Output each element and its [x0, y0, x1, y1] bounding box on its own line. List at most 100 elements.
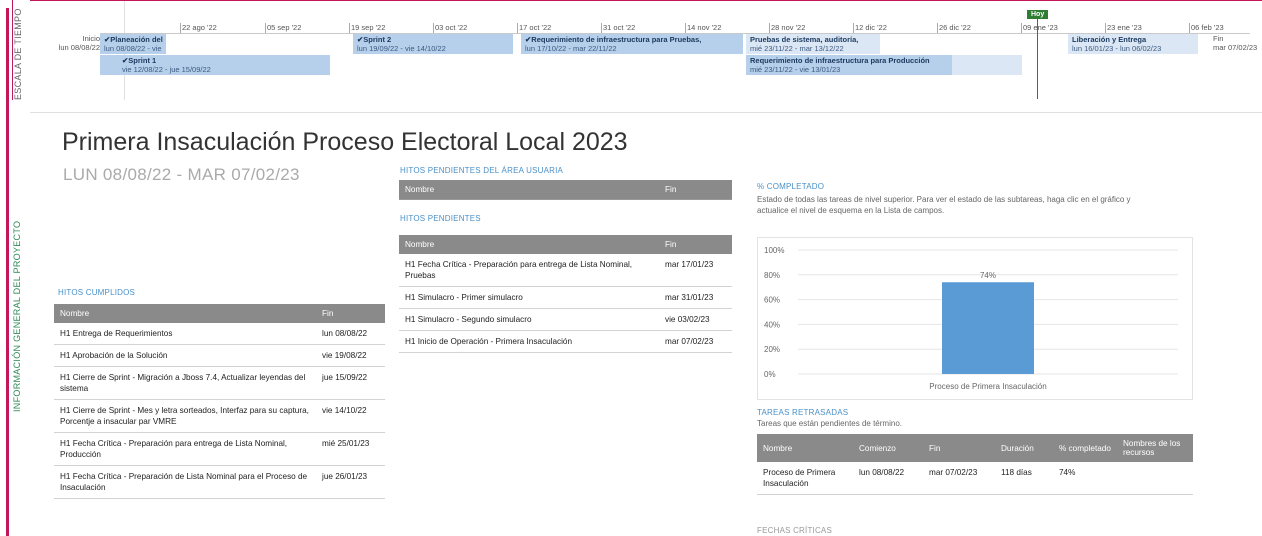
cell-nombre: H1 Cierre de Sprint - Mes y letra sortea…: [54, 399, 316, 433]
column-header-nombre[interactable]: Nombre: [757, 434, 853, 462]
task-name: ✔Planeación del: [104, 35, 163, 44]
table-row[interactable]: H1 Fecha Crítica - Preparación de Lista …: [54, 465, 385, 499]
chart-y-tick-label: 100%: [764, 246, 784, 255]
timeline-task-infra-produccion-remaining: [952, 55, 1022, 75]
cell-nombre: H1 Entrega de Requerimientos: [54, 323, 316, 345]
timeline-tick: 05 sep '22: [264, 23, 302, 33]
column-header-fin[interactable]: Fin: [923, 434, 995, 462]
cell-nombre: H1 Cierre de Sprint - Migración a Jboss …: [54, 366, 316, 400]
table-header-row: Nombre Fin: [54, 304, 385, 323]
task-name: ✔Sprint 2: [357, 35, 392, 44]
retrasadas-description: Tareas que están pendientes de término.: [757, 419, 902, 428]
chart-y-tick-label: 80%: [764, 271, 780, 280]
table-row[interactable]: H1 Cierre de Sprint - Mes y letra sortea…: [54, 399, 385, 433]
cell-completado: 74%: [1053, 462, 1117, 495]
completado-description: Estado de todas las tareas de nivel supe…: [757, 195, 1131, 215]
completado-title: % COMPLETADO: [757, 182, 825, 191]
today-marker: [1037, 19, 1038, 99]
task-name: Liberación y Entrega: [1072, 35, 1147, 44]
column-header-comienzo[interactable]: Comienzo: [853, 434, 923, 462]
timeline-tick: 14 nov '22: [684, 23, 722, 33]
timeline-tick: 26 dic '22: [937, 23, 971, 33]
chart-svg: 0% 20% 40% 60% 80% 100% 74% Proceso de Primera …: [764, 246, 1178, 391]
percent-complete-chart[interactable]: 0% 20% 40% 60% 80% 100% 74% Proceso de Primera …: [757, 237, 1193, 400]
timeline-task-planeacion[interactable]: ✔Planeación del lun 08/08/22 - vie: [100, 34, 166, 54]
column-header-fin[interactable]: Fin: [659, 180, 732, 200]
table-row[interactable]: H1 Fecha Crítica - Preparación para entr…: [54, 432, 385, 466]
task-name: Requerimiento de infraestructura para Pr…: [750, 56, 930, 65]
chart-bar[interactable]: [942, 282, 1034, 374]
cell-fin: lun 08/08/22: [316, 323, 385, 345]
side-accent-line: [6, 8, 9, 536]
column-header-nombre[interactable]: Nombre: [54, 304, 316, 323]
timeline-tick: 28 nov '22: [768, 23, 806, 33]
timeline-tick: 09 ene '23: [1021, 23, 1058, 33]
cell-fin: mar 07/02/23: [923, 462, 995, 495]
timeline-task-pruebas-sistema[interactable]: Pruebas de sistema, auditoría, mié 23/11…: [746, 34, 880, 54]
cell-nombre: H1 Fecha Crítica - Preparación para entr…: [54, 432, 316, 466]
table-header-row: Nombre Fin: [399, 235, 732, 254]
table-row[interactable]: H1 Simulacro - Segundo simulacro vie 03/…: [399, 308, 732, 331]
timeline-tick: 22 ago '22: [180, 23, 217, 33]
table-row[interactable]: H1 Aprobación de la Solución vie 19/08/2…: [54, 344, 385, 367]
timeline-task-sprint2[interactable]: ✔Sprint 2 lun 19/09/22 - vie 14/10/22: [353, 34, 513, 54]
table-row[interactable]: H1 Fecha Crítica - Preparación para entr…: [399, 254, 732, 287]
cell-nombre: H1 Fecha Crítica - Preparación de Lista …: [54, 465, 316, 499]
task-name: ✔Sprint 1: [122, 56, 157, 65]
task-name: Pruebas de sistema, auditoría,: [750, 35, 859, 44]
table-row[interactable]: H1 Entrega de Requerimientos lun 08/08/2…: [54, 323, 385, 345]
timeline-task-sprint1[interactable]: ✔Sprint 1 vie 12/08/22 - jue 15/09/22: [100, 55, 330, 75]
cell-fin: vie 14/10/22: [316, 399, 385, 433]
table-row[interactable]: H1 Inicio de Operación - Primera Insacul…: [399, 330, 732, 353]
column-header-nombre[interactable]: Nombre: [399, 235, 659, 254]
table-header-row: Nombre Comienzo Fin Duración % completad…: [757, 434, 1193, 462]
column-header-duracion[interactable]: Duración: [995, 434, 1053, 462]
column-header-completado[interactable]: % completado: [1053, 434, 1117, 462]
task-dates: mié 23/11/22 - vie 13/01/23: [750, 65, 841, 74]
cell-comienzo: lun 08/08/22: [853, 462, 923, 495]
table-row[interactable]: H1 Cierre de Sprint - Migración a Jboss …: [54, 366, 385, 400]
hitos-pendientes-title: HITOS PENDIENTES: [400, 214, 481, 223]
timeline-task-infra-pruebas[interactable]: ✔Requerimiento de infraestructura para P…: [521, 34, 743, 54]
page-title: Primera Insaculación Proceso Electoral L…: [62, 128, 628, 156]
column-header-nombre[interactable]: Nombre: [399, 180, 659, 200]
hitos-cumplidos-title: HITOS CUMPLIDOS: [58, 288, 136, 297]
timeline-end-label: Fin: [1213, 34, 1224, 43]
tareas-retrasadas-table: Nombre Comienzo Fin Duración % completad…: [757, 434, 1193, 495]
retrasadas-title: TAREAS RETRASADAS: [757, 408, 849, 417]
timeline-tick: 06 feb '23: [1189, 23, 1224, 33]
task-dates: lun 17/10/22 - mar 22/11/22: [525, 44, 617, 53]
table-row[interactable]: Proceso de Primera Insaculación lun 08/0…: [757, 462, 1193, 495]
timeline-task-liberacion[interactable]: Liberación y Entrega lun 16/01/23 - lun …: [1068, 34, 1198, 54]
cell-nombre: H1 Fecha Crítica - Preparación para entr…: [399, 254, 659, 287]
cell-recursos: [1117, 462, 1193, 495]
cell-nombre: H1 Simulacro - Primer simulacro: [399, 286, 659, 309]
hitos-usuaria-table: Nombre Fin: [399, 180, 732, 200]
cell-fin: mié 25/01/23: [316, 432, 385, 466]
timeline-end: Fin mar 07/02/23: [1213, 34, 1257, 52]
cell-nombre: H1 Simulacro - Segundo simulacro: [399, 308, 659, 331]
table-row[interactable]: H1 Simulacro - Primer simulacro mar 31/0…: [399, 286, 732, 309]
column-header-recursos[interactable]: Nombres de los recursos: [1117, 434, 1193, 462]
chart-y-tick-label: 60%: [764, 296, 780, 305]
task-name: ✔Requerimiento de infraestructura para P…: [525, 35, 702, 44]
timeline-tick: 12 dic '22: [853, 23, 887, 33]
cell-fin: jue 15/09/22: [316, 366, 385, 400]
task-dates: lun 19/09/22 - vie 14/10/22: [357, 44, 446, 53]
project-date-range: LUN 08/08/22 - MAR 07/02/23: [63, 165, 300, 184]
column-header-fin[interactable]: Fin: [659, 235, 732, 254]
cell-nombre: H1 Aprobación de la Solución: [54, 344, 316, 367]
today-tag: Hoy: [1027, 10, 1049, 19]
chart-y-tick-label: 0%: [764, 370, 776, 379]
timeline-task-infra-produccion[interactable]: Requerimiento de infraestructura para Pr…: [746, 55, 952, 75]
timeline-tick: 19 sep '22: [348, 23, 386, 33]
cell-fin: vie 03/02/23: [659, 308, 732, 331]
timeline-start-date: lun 08/08/22: [58, 43, 100, 52]
task-dates: lun 16/01/23 - lun 06/02/23: [1072, 44, 1162, 53]
timeline-start-label: Inicio: [82, 34, 100, 43]
timeline-tick: 03 oct '22: [432, 23, 468, 33]
timeline[interactable]: 22 ago '22 05 sep '22 19 sep '22 03 oct …: [30, 0, 1262, 113]
column-header-fin[interactable]: Fin: [316, 304, 385, 323]
table-header-row: Nombre Fin: [399, 180, 732, 200]
task-dates: vie 12/08/22 - jue 15/09/22: [122, 65, 211, 74]
